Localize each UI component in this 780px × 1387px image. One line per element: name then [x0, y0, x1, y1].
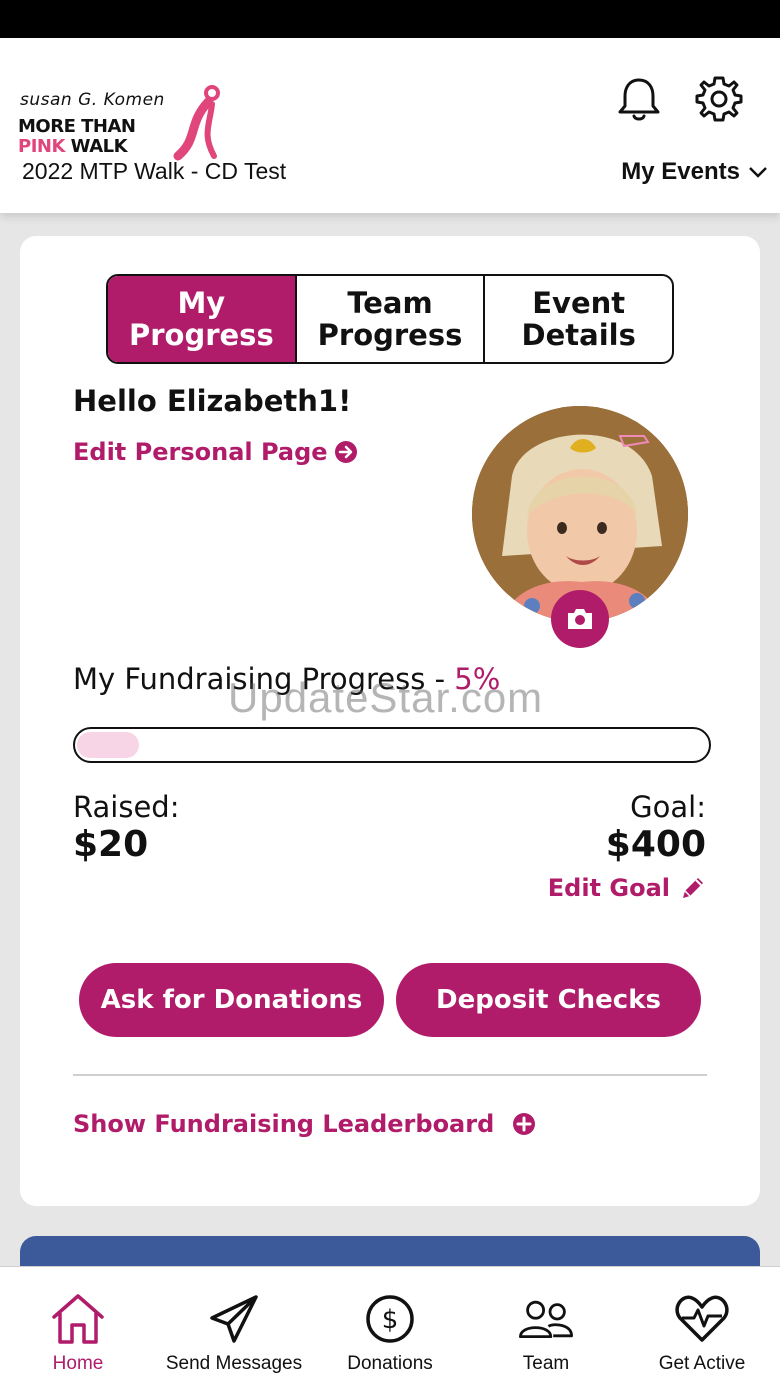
goal-label: Goal:: [630, 790, 706, 824]
nav-send-messages-label: Send Messages: [165, 1353, 303, 1374]
goal-value: $400: [605, 824, 706, 865]
logo-line2: MORE THAN: [18, 116, 136, 137]
tab-event-details[interactable]: Event Details: [483, 276, 672, 362]
home-icon: [50, 1291, 106, 1347]
edit-goal-link[interactable]: Edit Goal: [548, 874, 706, 902]
nav-home-label: Home: [52, 1353, 104, 1374]
svg-text:$: $: [382, 1305, 399, 1335]
chevron-down-icon: [749, 167, 767, 178]
notifications-bell-icon[interactable]: [614, 74, 664, 124]
heartbeat-icon: [674, 1291, 730, 1347]
camera-icon: [568, 609, 592, 629]
raised-label: Raised:: [73, 790, 180, 824]
tab-my-progress[interactable]: My Progress: [108, 276, 295, 362]
logo-line1: susan G. Komen: [20, 90, 165, 110]
nav-team-label: Team: [522, 1353, 570, 1374]
event-name: 2022 MTP Walk - CD Test: [22, 158, 287, 184]
nav-donations[interactable]: $ Donations: [312, 1267, 468, 1387]
dollar-circle-icon: $: [362, 1291, 418, 1347]
progress-card: My Progress Team Progress Event Details …: [20, 236, 760, 1206]
edit-personal-page-link[interactable]: Edit Personal Page: [73, 438, 358, 466]
show-leaderboard-link[interactable]: Show Fundraising Leaderboard: [73, 1110, 536, 1138]
change-photo-camera-button[interactable]: [551, 590, 609, 648]
nav-donations-label: Donations: [347, 1353, 433, 1374]
settings-gear-icon[interactable]: [694, 74, 744, 124]
greeting: Hello Elizabeth1!: [73, 384, 352, 418]
progress-tabs: My Progress Team Progress Event Details: [106, 274, 674, 364]
komen-logo: susan G. Komen MORE THAN PINK WALK: [18, 84, 228, 164]
watermark: UpdateStar.com: [228, 674, 544, 721]
status-bar: [0, 0, 780, 38]
paper-plane-icon: [206, 1291, 262, 1347]
nav-home[interactable]: Home: [0, 1267, 156, 1387]
edit-goal-label: Edit Goal: [547, 874, 670, 902]
nav-send-messages[interactable]: Send Messages: [156, 1267, 312, 1387]
app-header: susan G. Komen MORE THAN PINK WALK 2022 …: [0, 38, 780, 213]
divider: [73, 1074, 707, 1076]
nav-team[interactable]: Team: [468, 1267, 624, 1387]
my-events-label: My Events: [621, 158, 740, 185]
edit-personal-page-label: Edit Personal Page: [73, 438, 328, 466]
tab-team-progress[interactable]: Team Progress: [294, 276, 484, 362]
progress-bar-fill: [77, 732, 139, 758]
nav-get-active-label: Get Active: [658, 1353, 746, 1374]
pink-ribbon-icon: [173, 85, 220, 161]
nav-get-active[interactable]: Get Active: [624, 1267, 780, 1387]
logo-line3: PINK WALK: [18, 136, 128, 157]
bottom-navigation: Home Send Messages $ Donations Team Get …: [0, 1266, 780, 1387]
users-icon: [518, 1291, 574, 1347]
raised-value: $20: [73, 824, 149, 865]
leaderboard-label: Show Fundraising Leaderboard: [73, 1110, 495, 1138]
arrow-circle-right-icon: [334, 441, 357, 463]
ask-for-donations-button[interactable]: Ask for Donations: [79, 963, 384, 1037]
plus-circle-icon: [513, 1113, 536, 1135]
fundraising-progress-bar: [73, 727, 711, 763]
pencil-icon: [683, 878, 703, 898]
deposit-checks-button[interactable]: Deposit Checks: [396, 963, 701, 1037]
my-events-dropdown[interactable]: My Events: [621, 158, 768, 186]
